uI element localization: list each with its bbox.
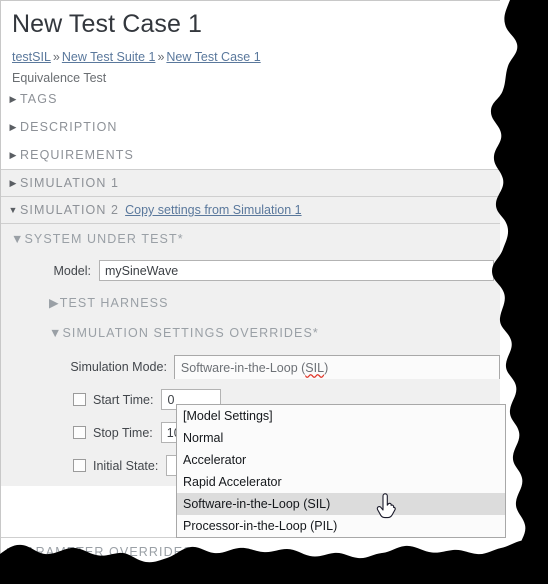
chevron-right-icon: ▶ xyxy=(9,93,18,104)
chevron-right-icon: ▶ xyxy=(9,149,18,160)
simulation-mode-value-prefix: Software-in-the-Loop ( xyxy=(180,361,306,375)
copy-settings-link[interactable]: Copy settings from Simulation 1 xyxy=(125,203,301,217)
section-label: REQUIREMENTS xyxy=(20,148,134,162)
section-header-simulation-1[interactable]: ▶ SIMULATION 1 xyxy=(1,169,500,196)
section-header-tags[interactable]: ▶ TAGS xyxy=(1,85,500,113)
start-time-label: Start Time: xyxy=(93,392,154,407)
dropdown-option[interactable]: Rapid Accelerator xyxy=(177,471,505,493)
initial-state-checkbox[interactable] xyxy=(73,459,86,472)
section-header-test-harness[interactable]: ▶ TEST HARNESS xyxy=(1,287,500,318)
section-header-simulation-settings-overrides[interactable]: ▼ SIMULATION SETTINGS OVERRIDES* xyxy=(1,318,500,348)
chevron-right-icon: ▶ xyxy=(9,177,18,188)
chevron-right-icon: ▶ xyxy=(7,545,18,556)
simulation-mode-select[interactable]: Software-in-the-Loop (SIL) xyxy=(173,355,500,379)
section-label: DESCRIPTION xyxy=(20,120,118,134)
dropdown-option[interactable]: Processor-in-the-Loop (PIL) xyxy=(177,515,505,537)
simulation-mode-dropdown[interactable]: [Model Settings] Normal Accelerator Rapi… xyxy=(176,404,506,538)
test-type-subtitle: Equivalence Test xyxy=(12,71,107,85)
breadcrumb-separator: » xyxy=(157,50,165,64)
chevron-right-icon: ▶ xyxy=(49,296,60,310)
section-header-system-under-test[interactable]: ▼ SYSTEM UNDER TEST* xyxy=(1,224,500,254)
section-label: SYSTEM UNDER TEST* xyxy=(24,232,184,246)
breadcrumb-item-test-suite[interactable]: New Test Suite 1 xyxy=(62,50,156,64)
section-label: PARAMETER OVERRIDES xyxy=(17,545,193,556)
chevron-right-icon: ▶ xyxy=(9,121,18,132)
model-label: Model: xyxy=(53,263,91,278)
section-header-description[interactable]: ▶ DESCRIPTION xyxy=(1,113,500,141)
section-label: SIMULATION 2 xyxy=(20,203,120,217)
dropdown-option[interactable]: Accelerator xyxy=(177,449,505,471)
simulation-mode-label: Simulation Mode: xyxy=(70,360,167,374)
dropdown-option-selected[interactable]: Software-in-the-Loop (SIL) xyxy=(177,493,505,515)
simulation-mode-value-suffix: ) xyxy=(324,361,329,375)
page-title: New Test Case 1 xyxy=(12,10,203,38)
simulation-mode-row: Simulation Mode: Software-in-the-Loop (S… xyxy=(1,348,500,383)
section-label: TEST HARNESS xyxy=(59,295,169,310)
breadcrumb-item-testsil[interactable]: testSIL xyxy=(12,50,51,64)
chevron-down-icon: ▼ xyxy=(11,232,25,246)
simulation-mode-value-acronym: SIL xyxy=(305,361,325,375)
section-label: TAGS xyxy=(20,92,58,106)
dropdown-option[interactable]: [Model Settings] xyxy=(177,405,505,427)
model-row: Model: mySineWave xyxy=(1,254,500,287)
dropdown-option[interactable]: Normal xyxy=(177,427,505,449)
start-time-checkbox[interactable] xyxy=(73,393,86,406)
breadcrumb-separator: » xyxy=(52,50,60,64)
chevron-down-icon: ▼ xyxy=(8,204,19,215)
chevron-down-icon: ▼ xyxy=(49,326,63,340)
section-header-parameter-overrides[interactable]: ▶PARAMETER OVERRIDES xyxy=(1,537,500,556)
stop-time-checkbox[interactable] xyxy=(73,426,86,439)
section-header-simulation-2[interactable]: ▼ SIMULATION 2 Copy settings from Simula… xyxy=(1,196,500,223)
breadcrumb: testSIL» New Test Suite 1» New Test Case 1 xyxy=(1,39,500,64)
initial-state-label: Initial State: xyxy=(93,458,159,473)
stop-time-label: Stop Time: xyxy=(93,425,153,440)
section-label: SIMULATION SETTINGS OVERRIDES* xyxy=(62,326,319,340)
breadcrumb-item-test-case[interactable]: New Test Case 1 xyxy=(166,50,260,64)
pointing-hand-cursor xyxy=(376,493,396,519)
screenshot-root: New Test Case 1 testSIL» New Test Suite 1… xyxy=(0,0,548,584)
model-input[interactable]: mySineWave xyxy=(99,260,494,281)
section-header-requirements[interactable]: ▶ REQUIREMENTS xyxy=(1,141,500,169)
section-label: SIMULATION 1 xyxy=(20,176,120,190)
